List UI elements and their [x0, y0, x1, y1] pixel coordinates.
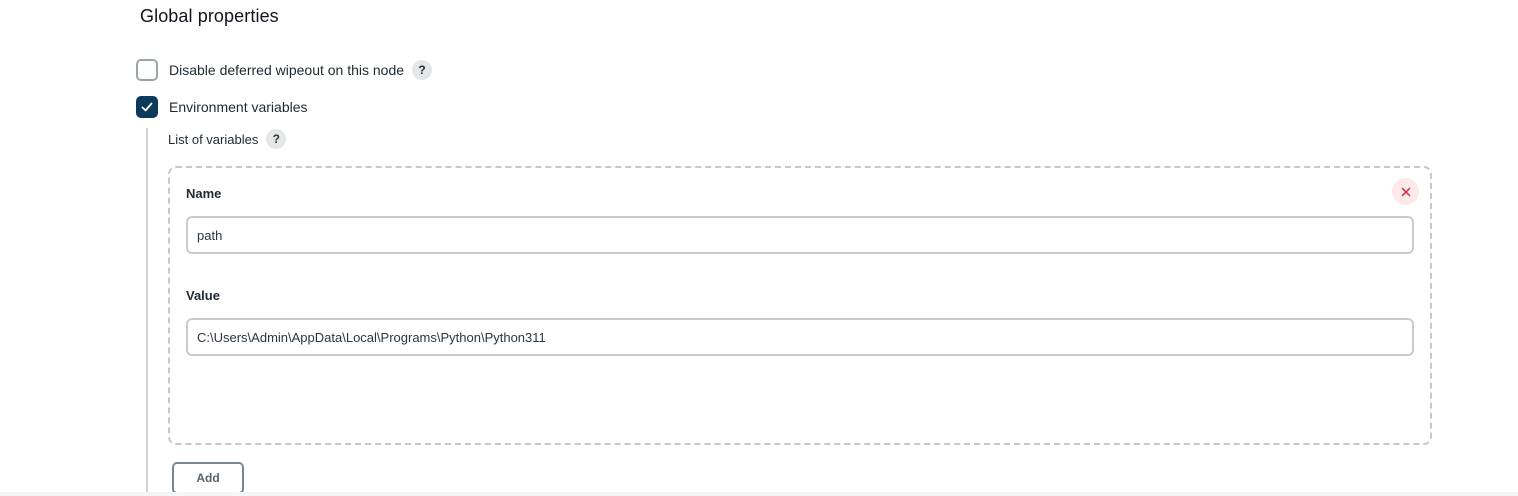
nested-section-rule	[146, 128, 148, 496]
global-properties-page: Global properties Disable deferred wipeo…	[0, 0, 1518, 496]
name-field-label: Name	[186, 186, 222, 201]
disable-wipeout-checkbox[interactable]	[136, 59, 158, 81]
variables-list-help-icon[interactable]: ?	[266, 129, 287, 149]
delete-variable-button[interactable]	[1392, 178, 1419, 205]
disable-wipeout-label[interactable]: Disable deferred wipeout on this node	[169, 62, 404, 78]
env-vars-option: Environment variables	[136, 96, 308, 118]
value-field[interactable]	[186, 318, 1414, 356]
close-icon	[1401, 187, 1410, 196]
checkmark-icon	[141, 102, 153, 112]
variables-list-label: List of variables	[168, 131, 259, 147]
env-vars-checkbox[interactable]	[136, 96, 158, 118]
env-vars-label[interactable]: Environment variables	[169, 99, 308, 115]
disable-wipeout-option: Disable deferred wipeout on this node ?	[136, 59, 433, 81]
variables-list-header: List of variables ?	[168, 129, 287, 149]
disable-wipeout-help-icon[interactable]: ?	[412, 60, 433, 80]
variable-entry	[168, 166, 1432, 445]
add-variable-button[interactable]: Add	[172, 462, 244, 494]
name-field[interactable]	[186, 216, 1414, 254]
value-field-label: Value	[186, 288, 220, 303]
page-bottom-edge	[0, 492, 1518, 496]
section-title: Global properties	[140, 6, 279, 26]
